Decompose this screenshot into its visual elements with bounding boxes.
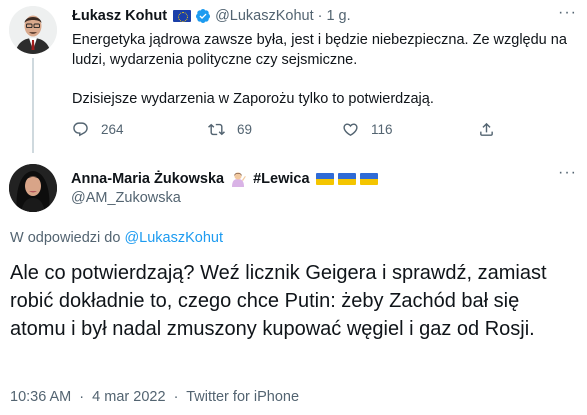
replying-to-line: W odpowiedzi do @LukaszKohut [10,230,223,246]
parent-tweet-time[interactable]: 1 g. [326,8,350,24]
heart-icon [343,123,358,136]
parent-tweet-paragraph: Dzisiejsze wydarzenia w Zaporożu tylko t… [72,90,434,107]
retweet-count: 69 [237,122,253,137]
like-count: 116 [371,122,393,137]
eu-flag-icon [173,10,192,22]
meta-separator: · [79,389,85,405]
reply-tweet[interactable]: Anna-Maria Żukowska #Lewica @AM_Zukowska… [0,150,587,415]
parent-author-avatar[interactable] [9,6,57,54]
thread-connector-line [32,58,34,153]
tweet-date[interactable]: 4 mar 2022 [92,389,165,405]
parent-tweet-paragraph: Energetyka jądrowa zawsze była, jest i b… [72,32,567,68]
tweet-actions-bar: 264 69 116 [72,121,512,141]
parent-tweet-text: Energetyka jądrowa zawsze była, jest i b… [72,31,580,129]
replying-to-label: W odpowiedzi do [10,230,121,246]
parent-author-name[interactable]: Łukasz Kohut [72,8,167,24]
woman-gesturing-icon [232,172,246,187]
tweet-metadata: 10:36 AM · 4 mar 2022 · Twitter for iPho… [10,389,299,405]
share-button[interactable] [478,121,495,138]
like-button[interactable]: 116 [342,121,393,138]
ukraine-flags [315,173,378,185]
more-icon[interactable]: ··· [558,4,577,22]
ukraine-flag-icon [359,173,378,185]
reply-icon [73,122,88,137]
replying-to-link[interactable]: @LukaszKohut [124,230,223,246]
reply-author-handle[interactable]: @AM_Zukowska [71,190,181,206]
tweet-time[interactable]: 10:36 AM [10,389,71,405]
reply-author-name[interactable]: Anna-Maria Żukowska [71,171,224,187]
header-separator: · [317,8,323,24]
parent-tweet[interactable]: Łukasz Kohut @LukaszKohut · 1 g. ··· Ene… [0,0,587,153]
reply-author-avatar[interactable] [9,164,57,212]
parent-tweet-header: Łukasz Kohut @LukaszKohut · 1 g. [72,8,351,24]
verified-badge-icon [196,9,211,23]
reply-author-name-row: Anna-Maria Żukowska #Lewica [71,170,378,188]
ukraine-flag-icon [315,173,334,185]
reply-count: 264 [101,122,124,137]
parent-author-handle[interactable]: @LukaszKohut [215,8,314,24]
more-icon[interactable]: ··· [558,164,577,182]
share-icon [480,122,493,136]
retweet-icon [208,123,225,136]
tweet-source[interactable]: Twitter for iPhone [186,389,299,405]
meta-separator: · [173,389,179,405]
ukraine-flag-icon [337,173,356,185]
retweet-button[interactable]: 69 [208,121,252,138]
hashtag-lewica[interactable]: #Lewica [253,171,309,187]
reply-button[interactable]: 264 [72,121,124,138]
reply-tweet-text: Ale co potwierdzają? Weź licznik Geigera… [10,262,547,340]
